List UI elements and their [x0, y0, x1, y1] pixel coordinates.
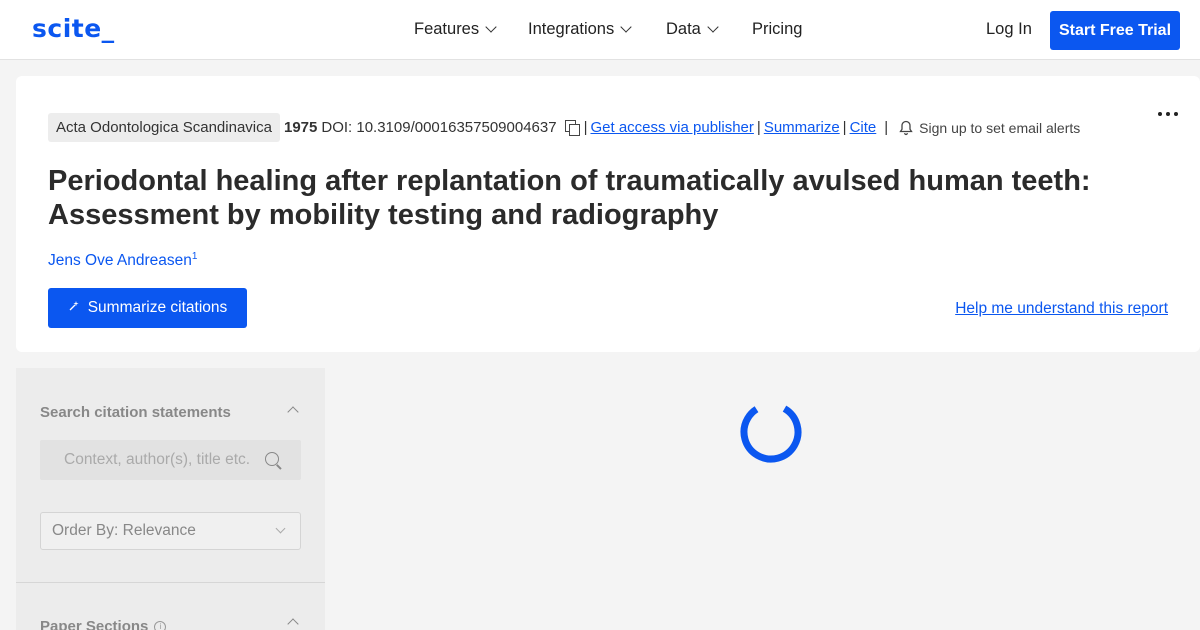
sparkle-icon: [68, 299, 80, 317]
cite-link[interactable]: Cite: [850, 119, 877, 136]
paper-title: Periodontal healing after replantation o…: [48, 165, 1091, 231]
search-citations-heading: Search citation statements: [40, 404, 231, 421]
summarize-citations-label: Summarize citations: [87, 299, 228, 316]
more-icon[interactable]: [1158, 112, 1178, 116]
doi-text: DOI: 10.3109/00016357509004637: [321, 119, 557, 136]
author-name: Jens Ove Andreasen: [48, 252, 192, 270]
nav-pricing[interactable]: Pricing: [752, 20, 812, 39]
paper-sections-label: Paper Sections: [40, 618, 149, 630]
separator: |: [756, 119, 761, 136]
start-free-trial-button[interactable]: Start Free Trial: [1050, 11, 1180, 50]
chevron-down-icon: [275, 523, 286, 534]
search-icon[interactable]: [265, 452, 279, 466]
chevron-down-icon: [620, 21, 632, 33]
order-by-select[interactable]: Order By: Relevance: [40, 512, 301, 550]
summarize-link[interactable]: Summarize: [764, 119, 840, 136]
nav-features-label: Features: [414, 20, 480, 38]
author-link[interactable]: Jens Ove Andreasen1: [48, 251, 197, 270]
nav-integrations-label: Integrations: [528, 20, 615, 38]
paper-meta-row: Acta Odontologica Scandinavica 1975 DOI:…: [48, 113, 1080, 142]
summarize-citations-button[interactable]: Summarize citations: [48, 288, 247, 328]
top-nav: scite_ Features Integrations Data Pricin…: [0, 0, 1200, 60]
chevron-down-icon: [485, 21, 497, 33]
journal-badge[interactable]: Acta Odontologica Scandinavica: [48, 113, 280, 142]
help-understand-link[interactable]: Help me understand this report: [955, 300, 1168, 318]
separator: |: [884, 119, 889, 136]
email-alerts-link[interactable]: Sign up to set email alerts: [919, 120, 1080, 136]
nav-integrations[interactable]: Integrations: [528, 20, 638, 39]
nav-pricing-label: Pricing: [752, 20, 803, 38]
separator: |: [842, 119, 847, 136]
order-by-value: Order By: Relevance: [52, 522, 196, 539]
loading-spinner: [739, 400, 803, 464]
nav-features[interactable]: Features: [414, 20, 504, 39]
publication-year: 1975: [283, 119, 318, 136]
info-icon[interactable]: i: [154, 620, 167, 630]
copy-icon[interactable]: [564, 119, 581, 136]
paper-header-card: Acta Odontologica Scandinavica 1975 DOI:…: [16, 76, 1200, 352]
citation-sidebar: Search citation statements Order By: Rel…: [16, 368, 325, 630]
sidebar-divider: [16, 582, 325, 583]
nav-data-label: Data: [666, 20, 701, 38]
author-affiliation-mark: 1: [191, 251, 198, 262]
nav-data[interactable]: Data: [666, 20, 726, 39]
login-link[interactable]: Log In: [986, 20, 1032, 39]
chevron-up-icon[interactable]: [287, 618, 299, 630]
chevron-down-icon: [707, 21, 719, 33]
get-access-link[interactable]: Get access via publisher: [590, 119, 753, 136]
citation-search-box: [40, 440, 301, 480]
citation-search-input[interactable]: [40, 451, 260, 469]
chevron-up-icon[interactable]: [287, 406, 299, 418]
separator: |: [583, 119, 588, 136]
scite-logo[interactable]: scite_: [32, 14, 115, 43]
bell-icon[interactable]: [899, 120, 913, 136]
paper-sections-heading[interactable]: Paper Sections i: [40, 618, 167, 630]
